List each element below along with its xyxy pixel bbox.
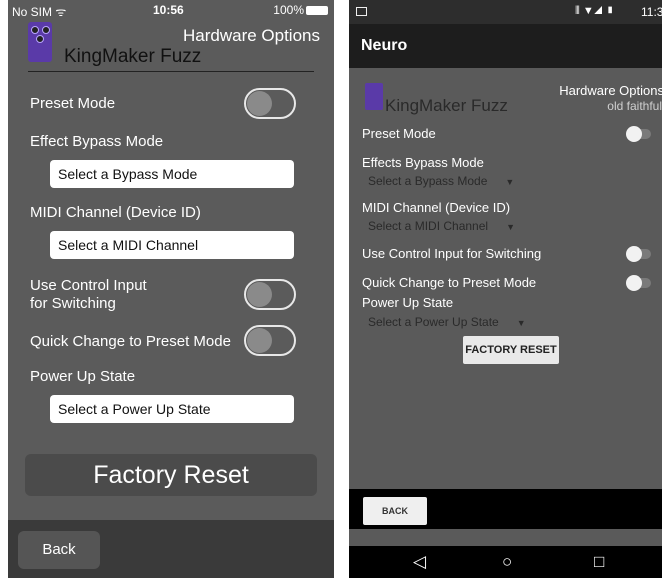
midi-channel-select[interactable]: Select a MIDI Channel: [50, 231, 294, 259]
midi-channel-label: MIDI Channel (Device ID): [30, 204, 201, 221]
bypass-mode-select[interactable]: Select a Bypass Mode: [50, 160, 294, 188]
preset-name: old faithful: [607, 99, 662, 113]
status-bar: No SIM ᯤ 10:56 100%: [8, 0, 334, 19]
wifi-icon: ᯤ: [55, 5, 67, 19]
recents-square-icon[interactable]: □: [594, 552, 604, 572]
battery-indicator: 100%: [273, 3, 328, 17]
control-input-toggle[interactable]: [244, 279, 296, 310]
toggle-knob: [626, 126, 642, 142]
bottom-bar: Back: [8, 520, 334, 578]
back-button[interactable]: Back: [18, 531, 100, 569]
control-input-toggle[interactable]: [626, 246, 651, 262]
quick-change-label: Quick Change to Preset Mode: [362, 275, 537, 290]
ios-screen: No SIM ᯤ 10:56 100% Hardware Options Kin…: [8, 0, 334, 578]
app-bar: Neuro: [349, 24, 662, 68]
toggle-knob: [247, 282, 272, 307]
factory-reset-button[interactable]: Factory Reset: [25, 454, 317, 496]
pedal-logo-icon: [365, 83, 383, 110]
preset-mode-label: Preset Mode: [362, 126, 436, 141]
power-up-label: Power Up State: [362, 295, 454, 310]
notification-icon: [356, 7, 367, 16]
bypass-mode-label: Effects Bypass Mode: [362, 155, 484, 170]
dropdown-arrow-icon: ▼: [505, 177, 515, 187]
quick-change-toggle[interactable]: [626, 275, 651, 291]
app-title: Neuro: [361, 37, 408, 54]
clock: 10:56: [153, 3, 184, 17]
device-name: KingMaker Fuzz: [385, 96, 508, 115]
android-screen: ⦀ ▼◢ ▮ 11:3 Neuro KingMaker Fuzz Hardwar…: [349, 0, 662, 578]
system-nav-bar: ◁ ○ □: [349, 546, 662, 578]
pedal-logo-icon: [28, 22, 52, 62]
control-input-label: Use Control Input for Switching: [362, 246, 542, 261]
device-name: KingMaker Fuzz: [64, 46, 202, 67]
header-divider: [28, 71, 314, 72]
page-title: Hardware Options: [182, 26, 320, 45]
dropdown-arrow-icon: ▼: [506, 222, 515, 232]
toggle-knob: [247, 328, 272, 353]
control-input-label-line1: Use Control Input: [30, 277, 147, 294]
toggle-knob: [247, 91, 272, 116]
preset-mode-toggle[interactable]: [244, 88, 296, 119]
quick-change-label: Quick Change to Preset Mode: [30, 333, 231, 350]
bypass-mode-select[interactable]: Select a Bypass Mode ▼: [368, 174, 514, 188]
battery-icon: [306, 6, 328, 16]
power-up-select[interactable]: Select a Power Up State ▼: [368, 315, 526, 329]
toggle-knob: [626, 275, 642, 291]
page-title: Hardware Options: [559, 83, 662, 98]
preset-mode-label: Preset Mode: [30, 95, 116, 112]
bypass-mode-label: Effect Bypass Mode: [30, 133, 164, 150]
power-up-select[interactable]: Select a Power Up State: [50, 395, 294, 423]
factory-reset-button[interactable]: FACTORY RESET: [463, 336, 559, 364]
dropdown-arrow-icon: ▼: [516, 318, 526, 328]
back-triangle-icon[interactable]: ◁: [413, 552, 426, 572]
quick-change-toggle[interactable]: [244, 325, 296, 356]
status-bar: ⦀ ▼◢ ▮ 11:3: [349, 0, 662, 24]
control-input-label-line2: for Switching: [30, 295, 116, 312]
back-button[interactable]: BACK: [363, 497, 427, 525]
midi-channel-label: MIDI Channel (Device ID): [362, 200, 511, 215]
carrier-label: No SIM ᯤ: [12, 5, 67, 19]
toggle-knob: [626, 246, 642, 262]
bottom-bar: BACK: [349, 489, 662, 529]
signal-icons: ⦀ ▼◢ ▮: [575, 5, 615, 17]
clock: 11:3: [641, 5, 662, 19]
power-up-label: Power Up State: [30, 368, 136, 385]
midi-channel-select[interactable]: Select a MIDI Channel ▼: [368, 219, 515, 233]
home-circle-icon[interactable]: ○: [502, 552, 512, 572]
preset-mode-toggle[interactable]: [626, 126, 651, 142]
